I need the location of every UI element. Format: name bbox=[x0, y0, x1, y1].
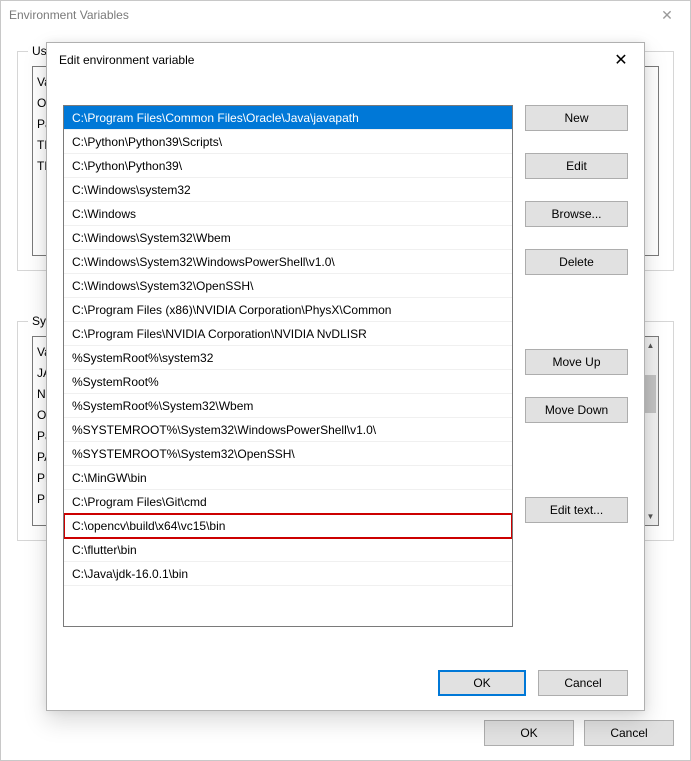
path-item[interactable]: C:\Windows\System32\Wbem bbox=[64, 226, 512, 250]
path-item[interactable]: C:\Python\Python39\ bbox=[64, 154, 512, 178]
path-item[interactable]: C:\Windows\System32\OpenSSH\ bbox=[64, 274, 512, 298]
path-item[interactable]: C:\Windows\System32\WindowsPowerShell\v1… bbox=[64, 250, 512, 274]
edit-button[interactable]: Edit bbox=[525, 153, 628, 179]
outer-title: Environment Variables bbox=[9, 8, 129, 22]
edit-text-button[interactable]: Edit text... bbox=[525, 497, 628, 523]
path-item[interactable]: %SYSTEMROOT%\System32\OpenSSH\ bbox=[64, 442, 512, 466]
dialog-ok-button[interactable]: OK bbox=[438, 670, 526, 696]
path-list[interactable]: C:\Program Files\Common Files\Oracle\Jav… bbox=[63, 105, 513, 627]
path-item[interactable]: C:\Windows\system32 bbox=[64, 178, 512, 202]
dialog-title: Edit environment variable bbox=[59, 53, 194, 67]
dialog-side-buttons: New Edit Browse... Delete Move Up Move D… bbox=[525, 105, 628, 656]
path-item[interactable]: %SystemRoot% bbox=[64, 370, 512, 394]
browse-button[interactable]: Browse... bbox=[525, 201, 628, 227]
path-item[interactable]: C:\Windows bbox=[64, 202, 512, 226]
path-item[interactable]: %SYSTEMROOT%\System32\WindowsPowerShell\… bbox=[64, 418, 512, 442]
dialog-cancel-button[interactable]: Cancel bbox=[538, 670, 628, 696]
move-up-button[interactable]: Move Up bbox=[525, 349, 628, 375]
dialog-body: C:\Program Files\Common Files\Oracle\Jav… bbox=[63, 105, 628, 656]
path-item[interactable]: %SystemRoot%\System32\Wbem bbox=[64, 394, 512, 418]
path-item[interactable]: C:\flutter\bin bbox=[64, 538, 512, 562]
dialog-titlebar: Edit environment variable ✕ bbox=[47, 43, 644, 77]
path-item[interactable]: C:\Java\jdk-16.0.1\bin bbox=[64, 562, 512, 586]
path-item[interactable]: %SystemRoot%\system32 bbox=[64, 346, 512, 370]
edit-env-dialog: Edit environment variable ✕ C:\Program F… bbox=[46, 42, 645, 711]
path-item[interactable]: C:\Program Files (x86)\NVIDIA Corporatio… bbox=[64, 298, 512, 322]
outer-cancel-button[interactable]: Cancel bbox=[584, 720, 674, 746]
dialog-bottom-buttons: OK Cancel bbox=[438, 670, 628, 696]
delete-button[interactable]: Delete bbox=[525, 249, 628, 275]
path-item[interactable]: C:\Python\Python39\Scripts\ bbox=[64, 130, 512, 154]
close-icon[interactable]: ✕ bbox=[598, 43, 644, 77]
path-item[interactable]: C:\opencv\build\x64\vc15\bin bbox=[64, 514, 512, 538]
path-item[interactable]: C:\Program Files\NVIDIA Corporation\NVID… bbox=[64, 322, 512, 346]
close-icon[interactable]: ✕ bbox=[644, 1, 690, 29]
path-item[interactable]: C:\Program Files\Git\cmd bbox=[64, 490, 512, 514]
path-item[interactable]: C:\Program Files\Common Files\Oracle\Jav… bbox=[64, 106, 512, 130]
outer-titlebar: Environment Variables ✕ bbox=[1, 1, 690, 29]
new-button[interactable]: New bbox=[525, 105, 628, 131]
outer-ok-button[interactable]: OK bbox=[484, 720, 574, 746]
outer-dialog-buttons: OK Cancel bbox=[484, 720, 674, 746]
move-down-button[interactable]: Move Down bbox=[525, 397, 628, 423]
path-item[interactable]: C:\MinGW\bin bbox=[64, 466, 512, 490]
